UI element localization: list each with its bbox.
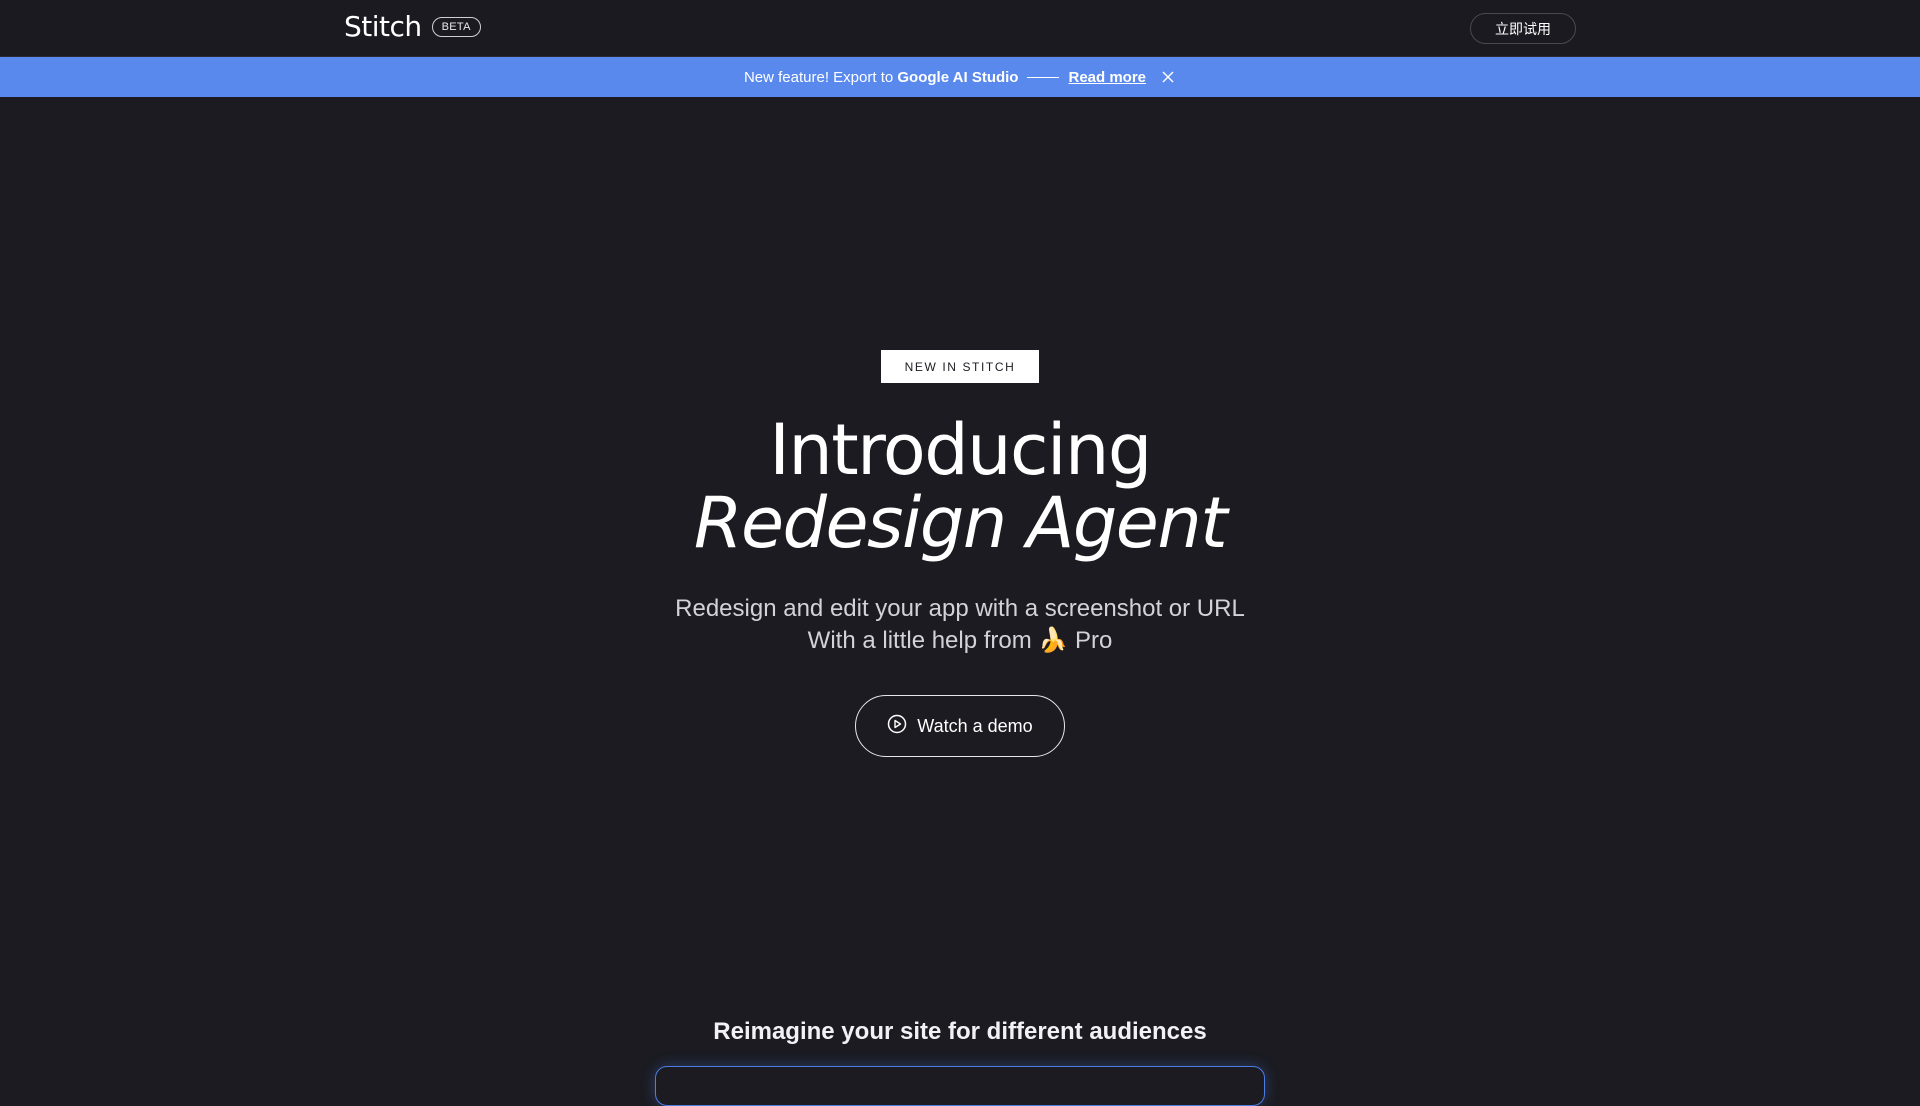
read-more-link[interactable]: Read more [1068, 69, 1146, 86]
announcement-banner: New feature! Export to Google AI Studio … [0, 57, 1920, 97]
new-in-stitch-tag: NEW IN STITCH [880, 350, 1040, 383]
banner-text: New feature! Export to Google AI Studio [744, 69, 1019, 86]
hero-subtitle-line1: Redesign and edit your app with a screen… [675, 595, 1245, 622]
hero-subtitle-line2: With a little help from 🍌 Pro [807, 627, 1113, 654]
hero-subtitle: Redesign and edit your app with a screen… [675, 593, 1245, 657]
beta-badge: BETA [431, 16, 481, 37]
preview-card [655, 1066, 1265, 1106]
banner-prefix: New feature! Export to [743, 68, 898, 86]
section-title: Reimagine your site for different audien… [713, 1018, 1207, 1045]
top-nav: Stitch BETA 立即试用 [0, 0, 1920, 57]
play-circle-icon [887, 714, 907, 739]
close-icon[interactable] [1160, 69, 1176, 85]
watch-demo-button[interactable]: Watch a demo [855, 695, 1065, 757]
hero-title-line2: Redesign Agent [693, 482, 1228, 564]
brand[interactable]: Stitch BETA [344, 10, 481, 43]
banner-divider [1027, 76, 1060, 78]
banner-highlight: Google AI Studio [897, 68, 1019, 86]
brand-logo-text[interactable]: Stitch [344, 10, 422, 43]
hero-title: Introducing Redesign Agent [693, 414, 1228, 564]
try-now-button[interactable]: 立即试用 [1470, 13, 1576, 44]
hero-section: NEW IN STITCH Introducing Redesign Agent… [0, 350, 1920, 757]
watch-demo-label: Watch a demo [917, 715, 1033, 736]
hero-title-line1: Introducing [769, 409, 1152, 491]
